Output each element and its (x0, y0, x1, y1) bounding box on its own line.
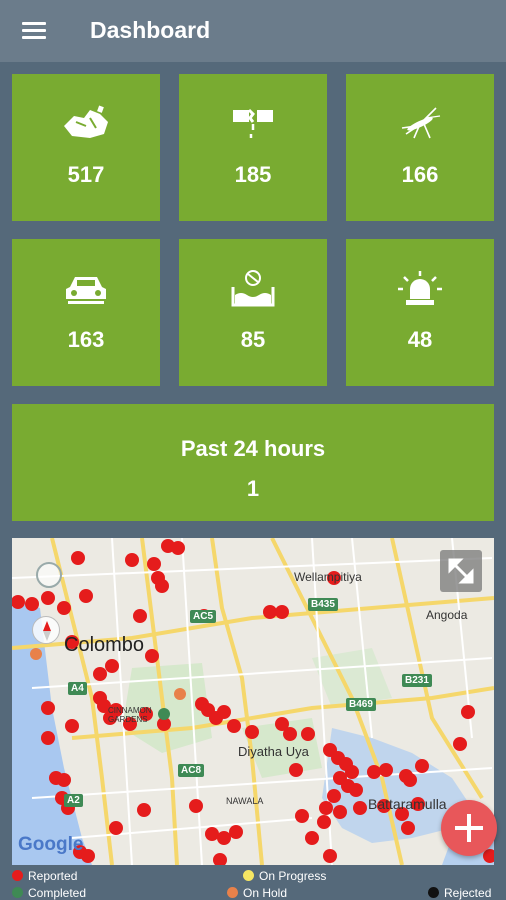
mosquito-icon (401, 107, 441, 139)
my-location-button[interactable] (36, 562, 62, 588)
compass-icon[interactable] (32, 616, 60, 644)
alarm-light-icon (398, 271, 442, 305)
on-progress-dot-icon (243, 870, 254, 881)
fullscreen-icon[interactable] (440, 550, 482, 592)
tile-flood[interactable]: 85 (179, 239, 327, 386)
car-icon (66, 277, 106, 304)
google-logo: Google (18, 834, 84, 855)
map-label-angoda: Angoda (426, 608, 468, 622)
road-badge: B231 (402, 674, 432, 687)
tile-alarm[interactable]: 48 (346, 239, 494, 386)
completed-dot-icon (12, 887, 23, 898)
tile-mosquito[interactable]: 166 (346, 74, 494, 221)
on-hold-dot-icon (227, 887, 238, 898)
tile-garbage[interactable]: 517 (12, 74, 160, 221)
road-badge: AC8 (178, 764, 205, 777)
legend-rejected: Rejected (428, 886, 491, 900)
tile-value: 85 (240, 327, 266, 352)
flood-icon (231, 270, 275, 307)
road-badge: B469 (346, 698, 376, 711)
tile-value: 185 (234, 162, 272, 187)
past-24-hours-count: 1 (246, 476, 260, 501)
map-legend: Reported On Progress Completed On Hold R… (0, 866, 506, 900)
app-bar: Dashboard (0, 0, 506, 62)
broken-pipe-icon (233, 108, 273, 138)
tile-value: 166 (401, 162, 439, 187)
past-24-hours-title: Past 24 hours (180, 436, 326, 461)
road-badge: A4 (68, 682, 87, 695)
incident-map[interactable]: Colombo Wellampitiya Angoda Diyatha Uya … (12, 538, 494, 865)
map-label-colombo: Colombo (64, 634, 145, 656)
legend-on-progress: On Progress (243, 869, 326, 883)
map-label-wellampitiya: Wellampitiya (294, 570, 362, 584)
reported-dot-icon (12, 870, 23, 881)
menu-icon[interactable] (18, 18, 52, 44)
map-label-battaramulla: Battaramulla (368, 796, 447, 812)
legend-reported: Reported (12, 869, 77, 883)
garbage-icon (64, 105, 108, 138)
tile-value: 517 (67, 162, 105, 187)
add-report-button[interactable] (441, 800, 497, 856)
road-badge: B435 (308, 598, 338, 611)
tile-car[interactable]: 163 (12, 239, 160, 386)
map-base (12, 538, 494, 865)
road-badge: A2 (64, 794, 83, 807)
legend-on-hold: On Hold (227, 886, 287, 900)
map-label-diyatha: Diyatha Uya (238, 744, 309, 759)
map-label-nawala: NAWALA (226, 796, 264, 806)
legend-completed: Completed (12, 886, 86, 900)
rejected-dot-icon (428, 887, 439, 898)
page-title: Dashboard (90, 17, 211, 43)
map-label-gardens: CINNAMON GARDENS (108, 706, 152, 724)
tile-value: 48 (407, 327, 433, 352)
road-badge: AC5 (190, 610, 217, 623)
tile-value: 163 (67, 327, 105, 352)
tile-broken-pipe[interactable]: 185 (179, 74, 327, 221)
past-24-hours-card[interactable]: Past 24 hours 1 (12, 404, 494, 521)
